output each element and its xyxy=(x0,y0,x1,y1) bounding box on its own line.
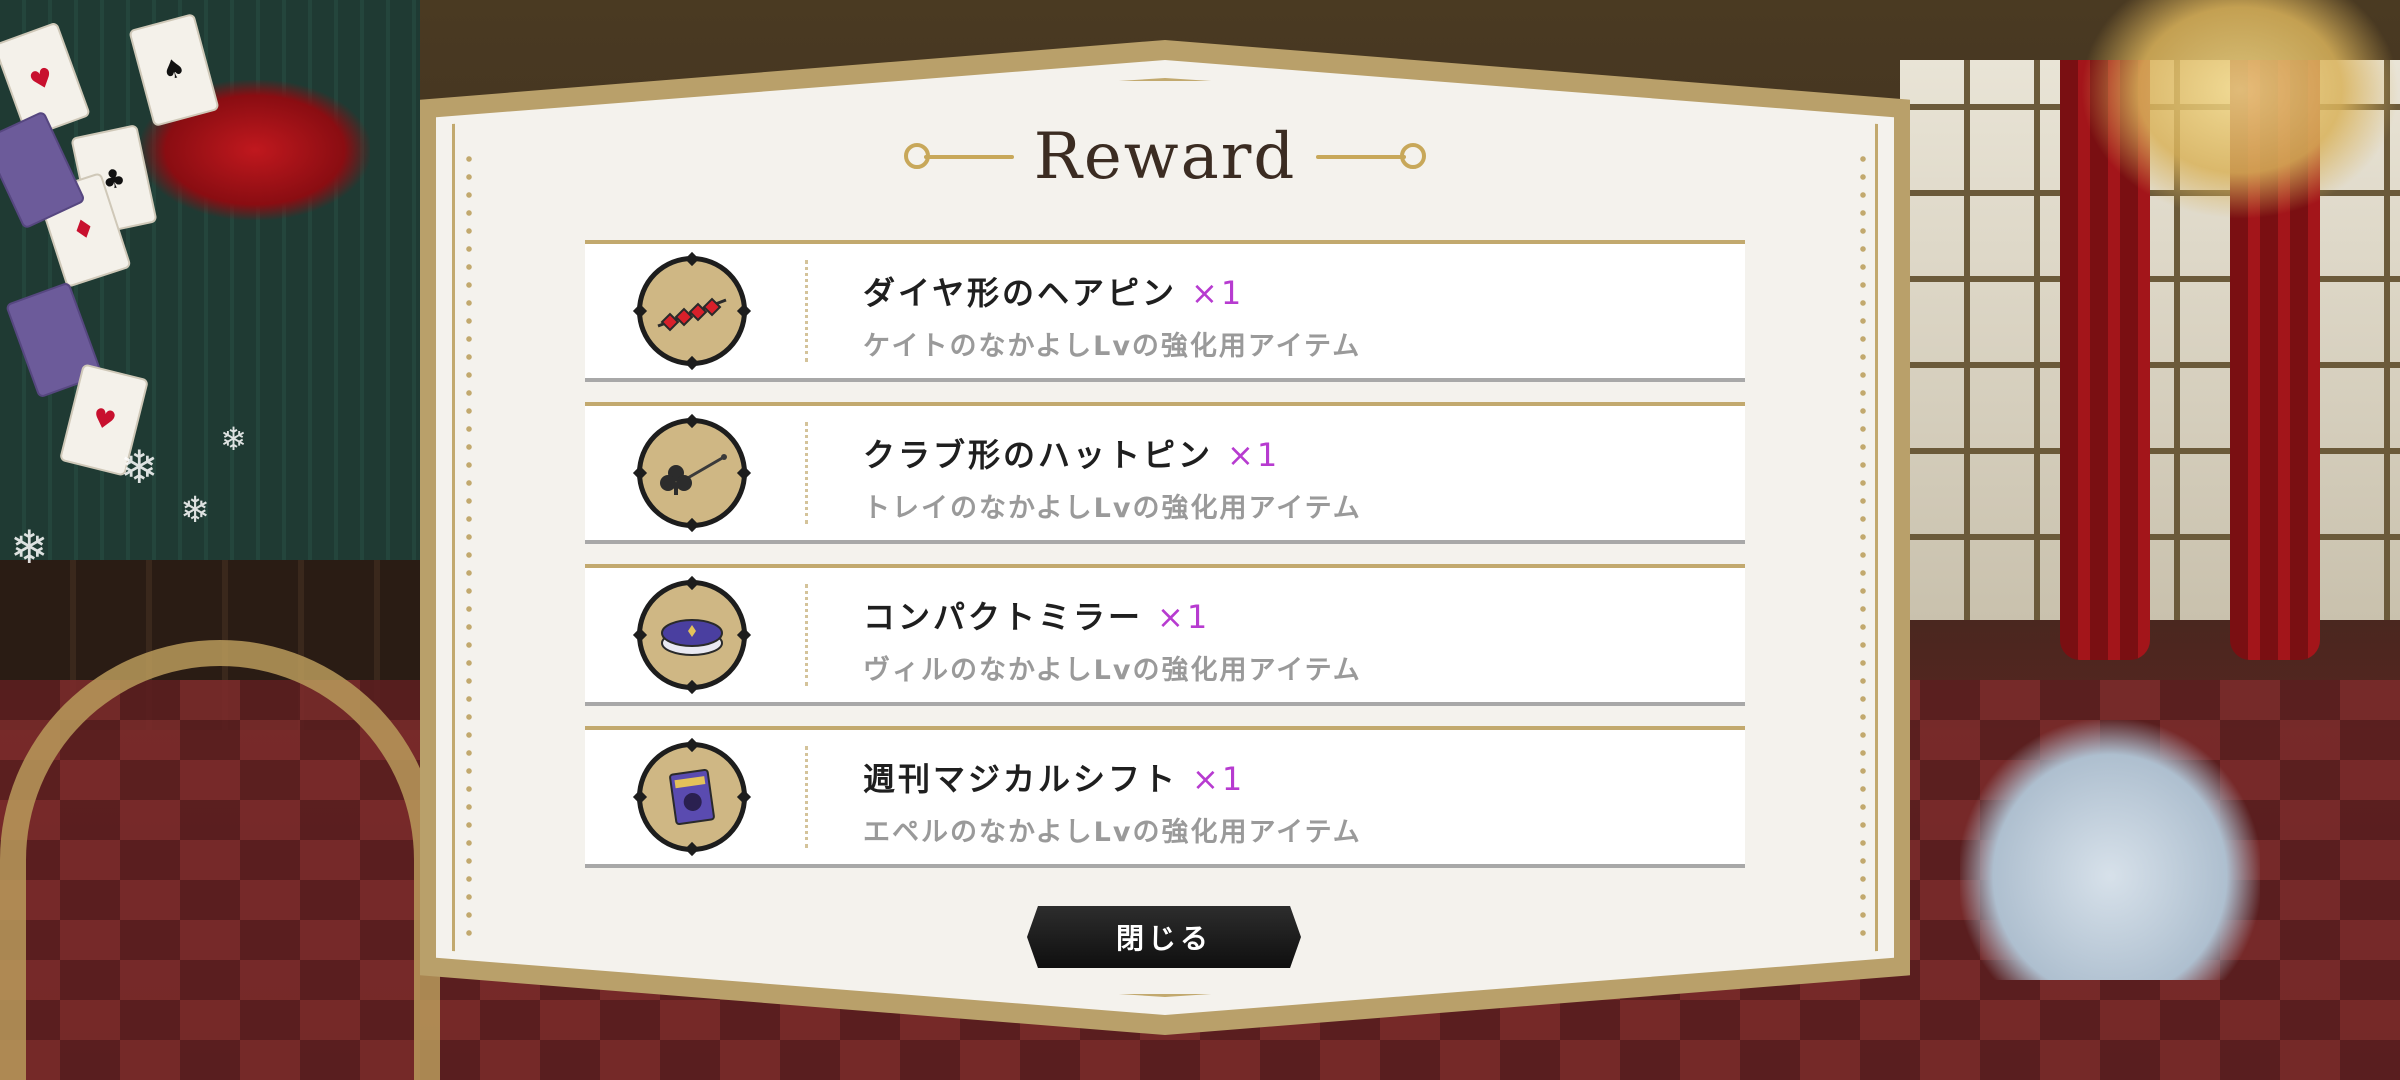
magazine-icon xyxy=(632,737,752,857)
reward-quantity: ×1 xyxy=(1227,436,1281,474)
brass-railing xyxy=(0,640,440,1080)
reward-name-line: 週刊マジカルシフト ×1 xyxy=(863,754,1362,800)
reward-text: コンパクトミラー ×1 ヴィルのなかよしLvの強化用アイテム xyxy=(863,592,1362,687)
club-hatpin-icon xyxy=(632,413,752,533)
reward-row: コンパクトミラー ×1 ヴィルのなかよしLvの強化用アイテム xyxy=(585,564,1745,706)
flourish-left-icon xyxy=(903,137,1014,177)
row-divider xyxy=(805,260,808,362)
reward-name: 週刊マジカルシフト xyxy=(863,760,1179,798)
reward-description: ヴィルのなかよしLvの強化用アイテム xyxy=(863,655,1362,686)
dialog-title: Reward xyxy=(1033,120,1297,194)
reward-name: コンパクトミラー xyxy=(863,598,1144,636)
teapot-decoration xyxy=(1960,720,2260,980)
snowflake-icon: ❄ xyxy=(220,420,247,458)
reward-row: 週刊マジカルシフト ×1 エペルのなかよしLvの強化用アイテム xyxy=(585,726,1745,868)
snowflake-icon: ❄ xyxy=(120,440,159,494)
reward-description: トレイのなかよしLvの強化用アイテム xyxy=(863,493,1362,524)
reward-description: エペルのなかよしLvの強化用アイテム xyxy=(863,817,1362,848)
snowflake-icon: ❄ xyxy=(180,490,211,531)
reward-quantity: ×1 xyxy=(1191,274,1245,312)
row-divider xyxy=(805,422,808,524)
reward-text: 週刊マジカルシフト ×1 エペルのなかよしLvの強化用アイテム xyxy=(863,754,1362,849)
reward-name-line: クラブ形のハットピン ×1 xyxy=(863,430,1362,476)
reward-text: ダイヤ形のヘアピン ×1 ケイトのなかよしLvの強化用アイテム xyxy=(863,268,1361,363)
compact-mirror-icon xyxy=(632,575,752,695)
reward-list: ダイヤ形のヘアピン ×1 ケイトのなかよしLvの強化用アイテム クラブ形のハット… xyxy=(585,240,1745,888)
game-scene: ♥ ♠ ♣ ♦ ♥ ❄ ❄ ❄ ❄ Reward ダイヤ形のヘアピン ×1 ケイ… xyxy=(0,0,2400,1080)
dotted-border-right xyxy=(1860,150,1866,940)
reward-text: クラブ形のハットピン ×1 トレイのなかよしLvの強化用アイテム xyxy=(863,430,1362,525)
snowflake-icon: ❄ xyxy=(10,520,49,574)
reward-name: クラブ形のハットピン xyxy=(863,436,1214,474)
chandelier xyxy=(2080,0,2400,220)
dialog-header: Reward xyxy=(900,112,1430,202)
reward-name-line: ダイヤ形のヘアピン ×1 xyxy=(863,268,1361,314)
reward-name: ダイヤ形のヘアピン xyxy=(863,274,1178,312)
dotted-border-left xyxy=(466,150,472,940)
reward-description: ケイトのなかよしLvの強化用アイテム xyxy=(863,331,1362,362)
flourish-right-icon xyxy=(1316,137,1427,177)
diamond-hairpin-icon xyxy=(632,251,752,371)
reward-name-line: コンパクトミラー ×1 xyxy=(863,592,1362,638)
reward-quantity: ×1 xyxy=(1192,760,1246,798)
reward-quantity: ×1 xyxy=(1157,598,1211,636)
reward-row: ダイヤ形のヘアピン ×1 ケイトのなかよしLvの強化用アイテム xyxy=(585,240,1745,382)
close-button[interactable]: 閉じる xyxy=(1027,906,1301,968)
row-divider xyxy=(805,746,808,848)
row-divider xyxy=(805,584,808,686)
reward-row: クラブ形のハットピン ×1 トレイのなかよしLvの強化用アイテム xyxy=(585,402,1745,544)
